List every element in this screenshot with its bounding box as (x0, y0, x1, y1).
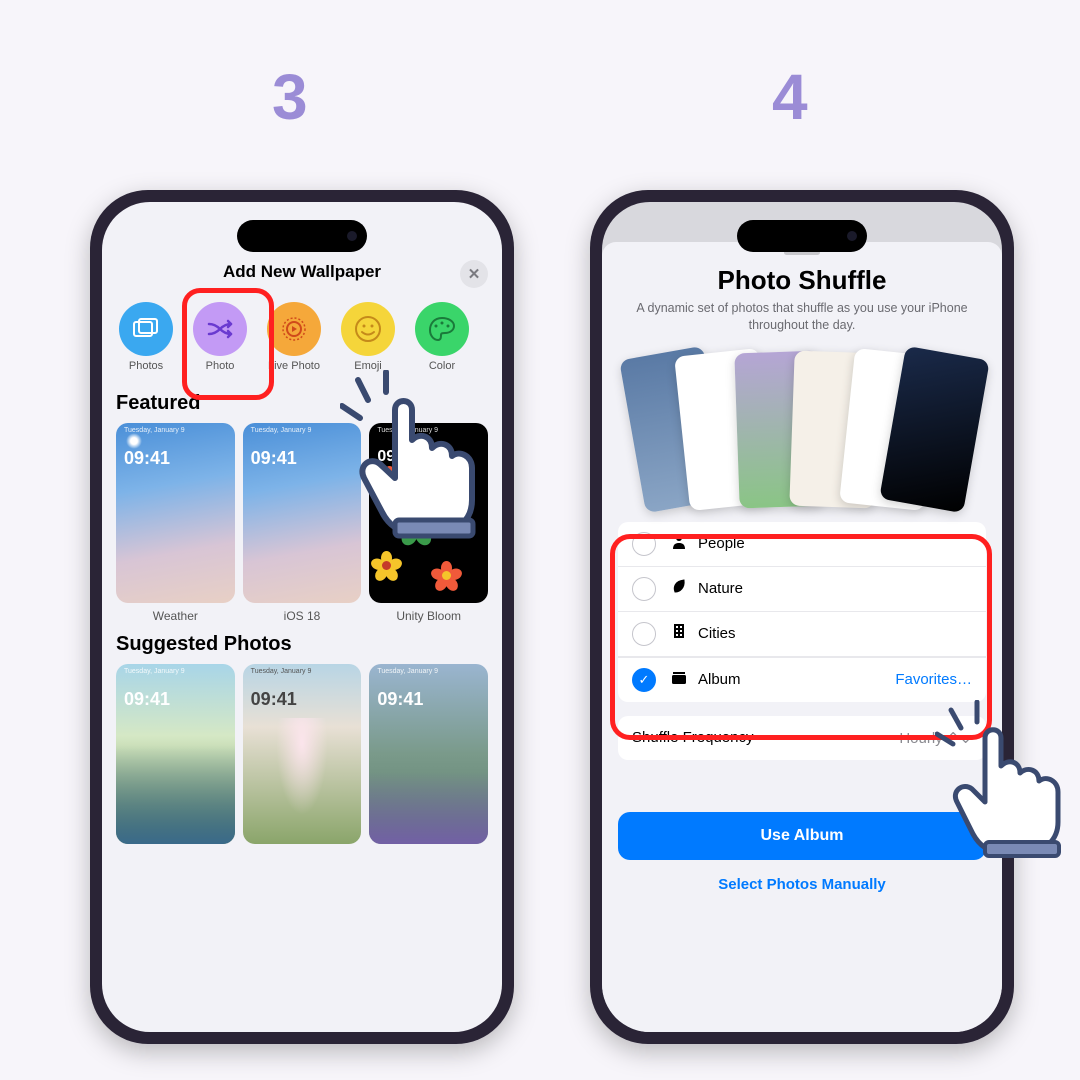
sheet-subtitle: A dynamic set of photos that shuffle as … (602, 296, 1002, 344)
phone-frame-right: Photo Shuffle A dynamic set of photos th… (590, 190, 1014, 1044)
thumb-date: Tuesday, January 9 (243, 664, 362, 675)
step-number-4: 4 (772, 60, 808, 134)
shuffle-icon (193, 302, 247, 356)
featured-weather[interactable]: Tuesday, January 9 09:41 (116, 423, 235, 603)
suggested-row: Tuesday, January 9 09:41 Tuesday, Januar… (102, 664, 502, 844)
shuffle-options-list: People Nature Cities ✓ (618, 522, 986, 702)
option-people[interactable]: People (618, 522, 986, 567)
featured-heading: Featured (102, 382, 502, 423)
album-value-link[interactable]: Favorites… (895, 671, 972, 688)
thumb-date: Tuesday, January 9 (369, 664, 488, 675)
thumb-time: 09:41 (116, 675, 235, 710)
thumb-time: 09:41 (243, 675, 362, 710)
option-cities[interactable]: Cities (618, 612, 986, 657)
suggested-photo-1[interactable]: Tuesday, January 9 09:41 (116, 664, 235, 844)
category-label: Photos (129, 360, 163, 372)
radio-checked: ✓ (632, 668, 656, 692)
palette-icon (415, 302, 469, 356)
screen-right: Photo Shuffle A dynamic set of photos th… (602, 202, 1002, 1032)
building-icon (670, 623, 688, 644)
dynamic-island (237, 220, 367, 252)
person-icon (670, 533, 688, 554)
thumb-date: Tuesday, January 9 (243, 423, 362, 434)
page-title: Add New Wallpaper (223, 262, 381, 282)
category-label: Live Photo (268, 360, 320, 372)
phone-frame-left: Add New Wallpaper ✕ Photos Photo (90, 190, 514, 1044)
radio-unchecked (632, 577, 656, 601)
radio-unchecked (632, 622, 656, 646)
thumb-label: Unity Bloom (369, 609, 488, 623)
thumb-time: 09:41 (243, 434, 362, 469)
featured-row: Tuesday, January 9 09:41 Weather Tuesday… (102, 423, 502, 623)
thumb-date: Tuesday, January 9 (116, 664, 235, 675)
leaf-icon (670, 578, 688, 599)
step-number-3: 3 (272, 60, 308, 134)
close-icon: ✕ (468, 265, 481, 283)
screen-left: Add New Wallpaper ✕ Photos Photo (102, 202, 502, 1032)
option-label: People (698, 535, 972, 552)
shuffle-frequency-row[interactable]: Shuffle Frequency Hourly ⌃⌄ (618, 716, 986, 760)
emoji-icon (341, 302, 395, 356)
category-photos[interactable]: Photos (116, 302, 176, 372)
dynamic-island (737, 220, 867, 252)
option-label: Nature (698, 580, 972, 597)
category-label: Photo (206, 360, 235, 372)
suggested-photo-3[interactable]: Tuesday, January 9 09:41 (369, 664, 488, 844)
featured-ios18[interactable]: Tuesday, January 9 09:41 (243, 423, 362, 603)
photo-shuffle-sheet: Photo Shuffle A dynamic set of photos th… (602, 242, 1002, 1032)
radio-unchecked (632, 532, 656, 556)
option-nature[interactable]: Nature (618, 567, 986, 612)
album-icon (670, 669, 688, 690)
featured-unity-bloom[interactable]: Tuesday, January 9 09:41 (369, 423, 488, 603)
thumb-time: 09:41 (369, 675, 488, 710)
option-label: Cities (698, 625, 972, 642)
frequency-label: Shuffle Frequency (632, 729, 899, 746)
use-album-button[interactable]: Use Album (618, 812, 986, 860)
category-label: Color (429, 360, 455, 372)
category-emoji[interactable]: Emoji (338, 302, 398, 372)
option-album[interactable]: ✓ Album Favorites… (618, 657, 986, 702)
category-label: Emoji (354, 360, 382, 372)
thumb-date: Tuesday, January 9 (369, 423, 488, 434)
close-button[interactable]: ✕ (460, 260, 488, 288)
category-photo-shuffle[interactable]: Photo (190, 302, 250, 372)
live-photo-icon (267, 302, 321, 356)
updown-icon: ⌃⌄ (947, 730, 972, 747)
frequency-value: Hourly ⌃⌄ (899, 729, 972, 747)
category-color[interactable]: Color (412, 302, 472, 372)
category-row: Photos Photo Live Photo Emoji (102, 294, 502, 382)
preview-fan (622, 344, 982, 514)
select-manually-link[interactable]: Select Photos Manually (602, 860, 1002, 909)
sheet-title: Photo Shuffle (602, 265, 1002, 296)
option-label: Album (698, 671, 895, 688)
thumb-label: Weather (116, 609, 235, 623)
suggested-heading: Suggested Photos (102, 623, 502, 664)
suggested-photo-2[interactable]: Tuesday, January 9 09:41 (243, 664, 362, 844)
thumb-label: iOS 18 (243, 609, 362, 623)
category-live-photo[interactable]: Live Photo (264, 302, 324, 372)
photos-icon (119, 302, 173, 356)
